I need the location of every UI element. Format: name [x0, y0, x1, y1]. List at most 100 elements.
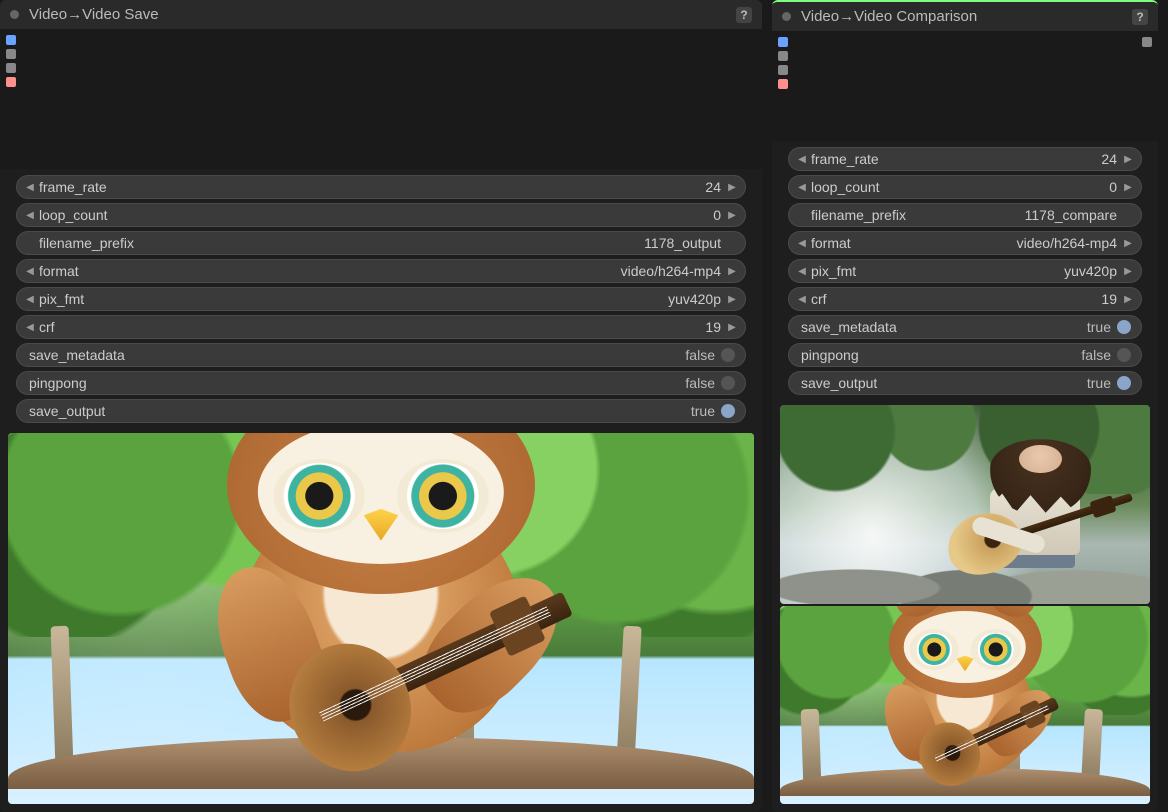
video-preview[interactable] [8, 433, 754, 804]
param-label: crf [37, 319, 55, 335]
param-value[interactable]: 24 [1101, 151, 1121, 167]
panel-dot-icon [782, 12, 791, 21]
param-label: save_output [29, 403, 691, 419]
param-value: false [685, 375, 715, 391]
increment-icon[interactable]: ▶ [1121, 294, 1135, 305]
toggle-switch[interactable] [721, 348, 735, 362]
param-crf[interactable]: ◀crf 19▶ [16, 315, 746, 339]
param-value[interactable]: 19 [705, 319, 725, 335]
param-pix_fmt[interactable]: ◀pix_fmt yuv420p▶ [788, 259, 1142, 283]
param-label: loop_count [809, 179, 880, 195]
port-input-3[interactable] [6, 63, 16, 73]
panel-header[interactable]: Video→Video Save ? [0, 0, 762, 29]
increment-icon[interactable]: ▶ [725, 322, 739, 333]
param-value[interactable]: video/h264-mp4 [621, 263, 725, 279]
param-format[interactable]: ◀formatvideo/h264-mp4▶ [16, 259, 746, 283]
decrement-icon[interactable]: ◀ [23, 182, 37, 193]
video-save-panel: Video→Video Save ? ◀frame_rate24▶◀loop_c… [0, 0, 762, 812]
param-save_output[interactable]: save_outputtrue [16, 399, 746, 423]
toggle-switch[interactable] [721, 404, 735, 418]
port-input-2[interactable] [778, 51, 788, 61]
decrement-icon[interactable]: ◀ [795, 182, 809, 193]
port-input-4[interactable] [6, 77, 16, 87]
param-save_output[interactable]: save_outputtrue [788, 371, 1142, 395]
increment-icon[interactable]: ▶ [725, 182, 739, 193]
param-filename_prefix[interactable]: filename_prefix1178_compare [788, 203, 1142, 227]
param-value: true [691, 403, 715, 419]
param-value[interactable]: video/h264-mp4 [1017, 235, 1121, 251]
param-label: pingpong [801, 347, 1081, 363]
increment-icon[interactable]: ▶ [1121, 238, 1135, 249]
param-label: frame_rate [809, 151, 879, 167]
comparison-preview-stack [780, 405, 1150, 804]
param-value[interactable]: yuv420p [668, 291, 725, 307]
param-pix_fmt[interactable]: ◀pix_fmt yuv420p▶ [16, 287, 746, 311]
increment-icon[interactable]: ▶ [1121, 154, 1135, 165]
param-label: pix_fmt [37, 291, 84, 307]
param-filename_prefix[interactable]: filename_prefix 1178_output [16, 231, 746, 255]
decrement-icon[interactable]: ◀ [23, 210, 37, 221]
param-frame_rate[interactable]: ◀frame_rate 24▶ [16, 175, 746, 199]
port-output-1[interactable] [1142, 37, 1152, 47]
param-value: true [1087, 319, 1111, 335]
params-list-left: ◀frame_rate24▶◀loop_count0▶filename_pref… [0, 169, 762, 433]
decrement-icon[interactable]: ◀ [795, 238, 809, 249]
port-input-4[interactable] [778, 79, 788, 89]
panel-header[interactable]: Video→Video Comparison ? [772, 2, 1158, 31]
param-label: pix_fmt [809, 263, 856, 279]
param-label: save_output [801, 375, 1087, 391]
comparison-preview-bottom[interactable] [780, 606, 1150, 805]
toggle-switch[interactable] [721, 376, 735, 390]
toggle-switch[interactable] [1117, 320, 1131, 334]
help-icon[interactable]: ? [1132, 9, 1148, 25]
param-value[interactable]: 0 [713, 207, 725, 223]
param-value[interactable]: 24 [705, 179, 725, 195]
param-value[interactable]: 1178_compare [1025, 207, 1121, 223]
param-crf[interactable]: ◀crf19▶ [788, 287, 1142, 311]
port-input-3[interactable] [778, 65, 788, 75]
params-list-right: ◀frame_rate24▶◀loop_count0▶filename_pref… [772, 141, 1158, 405]
param-format[interactable]: ◀formatvideo/h264-mp4▶ [788, 231, 1142, 255]
toggle-switch[interactable] [1117, 348, 1131, 362]
increment-icon[interactable]: ▶ [1121, 266, 1135, 277]
port-input-1[interactable] [6, 35, 16, 45]
help-icon[interactable]: ? [736, 7, 752, 23]
person-scene-image [780, 405, 1150, 604]
decrement-icon[interactable]: ◀ [795, 266, 809, 277]
port-input-1[interactable] [778, 37, 788, 47]
param-value[interactable]: 1178_output [644, 235, 725, 251]
increment-icon[interactable]: ▶ [725, 266, 739, 277]
param-loop_count[interactable]: ◀loop_count0▶ [16, 203, 746, 227]
owl-scene-image [780, 606, 1150, 805]
param-label: frame_rate [37, 179, 107, 195]
decrement-icon[interactable]: ◀ [23, 322, 37, 333]
increment-icon[interactable]: ▶ [1121, 182, 1135, 193]
panel-title: Video→Video Save [29, 6, 159, 23]
port-input-2[interactable] [6, 49, 16, 59]
decrement-icon[interactable]: ◀ [23, 266, 37, 277]
decrement-icon[interactable]: ◀ [23, 294, 37, 305]
port-strip [0, 29, 762, 89]
param-value: true [1087, 375, 1111, 391]
comparison-preview-top[interactable] [780, 405, 1150, 604]
param-frame_rate[interactable]: ◀frame_rate 24▶ [788, 147, 1142, 171]
param-save_metadata[interactable]: save_metadatafalse [16, 343, 746, 367]
param-value: false [685, 347, 715, 363]
port-strip [772, 31, 1158, 91]
video-comparison-panel: Video→Video Comparison ? ◀frame_rate24▶◀… [772, 0, 1158, 812]
increment-icon[interactable]: ▶ [725, 210, 739, 221]
decrement-icon[interactable]: ◀ [795, 294, 809, 305]
increment-icon[interactable]: ▶ [725, 294, 739, 305]
param-value[interactable]: yuv420p [1064, 263, 1121, 279]
param-value[interactable]: 19 [1101, 291, 1121, 307]
decrement-icon[interactable]: ◀ [795, 154, 809, 165]
param-label: filename_prefix [37, 235, 134, 251]
param-save_metadata[interactable]: save_metadatatrue [788, 315, 1142, 339]
param-pingpong[interactable]: pingpongfalse [16, 371, 746, 395]
param-pingpong[interactable]: pingpongfalse [788, 343, 1142, 367]
panel-title: Video→Video Comparison [801, 8, 977, 25]
param-label: save_metadata [29, 347, 685, 363]
toggle-switch[interactable] [1117, 376, 1131, 390]
param-value[interactable]: 0 [1109, 179, 1121, 195]
param-loop_count[interactable]: ◀loop_count 0▶ [788, 175, 1142, 199]
